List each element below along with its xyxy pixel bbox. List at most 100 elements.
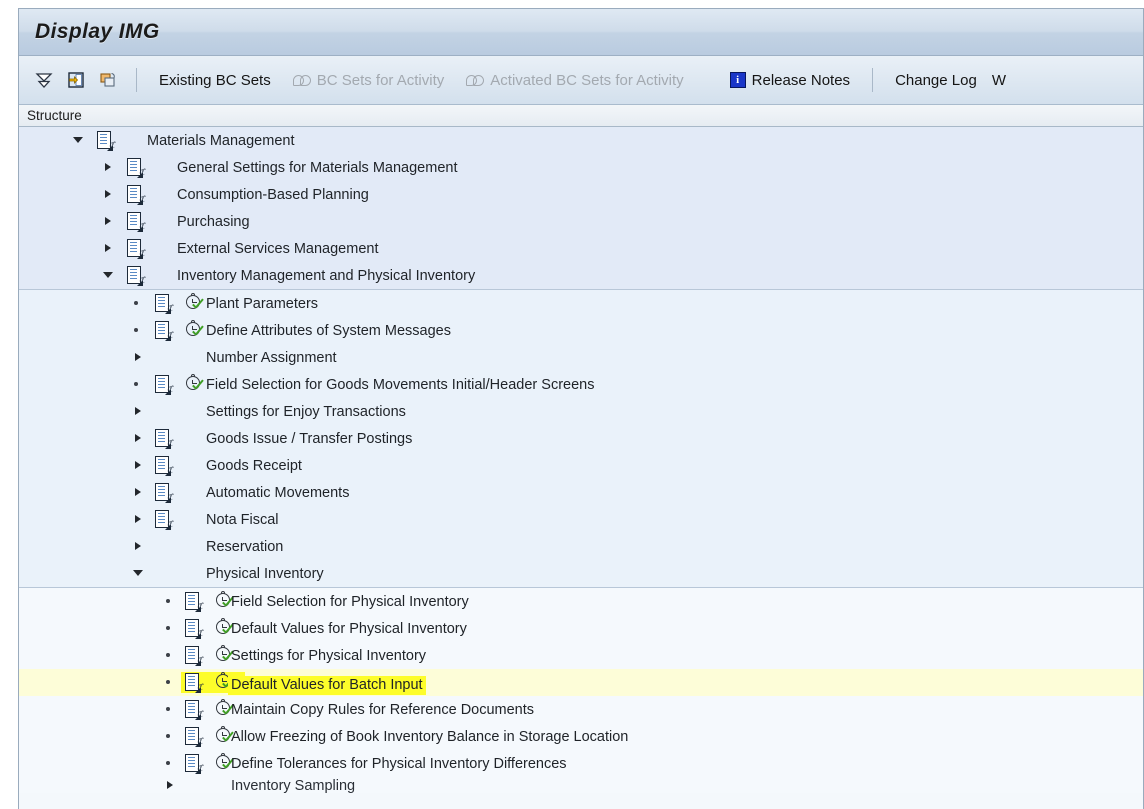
tree-item-label[interactable]: Field Selection for Goods Movements Init… (206, 378, 594, 393)
tree-row[interactable]: ℭ Consumption-Based Planning (19, 181, 1143, 208)
tree-item-label[interactable]: Default Values for Batch Input (228, 676, 426, 695)
tree-item-label[interactable]: Physical Inventory (206, 567, 324, 582)
tree-row[interactable]: ℭ Inventory Management and Physical Inven… (19, 262, 1143, 289)
img-document-icon[interactable]: ℭ (185, 754, 202, 773)
existing-bc-sets-button[interactable]: Existing BC Sets (148, 65, 282, 95)
activated-bc-sets-for-activity-button[interactable]: Activated BC Sets for Activity (455, 65, 694, 95)
tree-expand-arrow-icon[interactable] (131, 485, 145, 499)
tree-row[interactable]: ℭ Goods Receipt (19, 452, 1143, 479)
bc-sets-for-activity-button[interactable]: BC Sets for Activity (282, 65, 456, 95)
tree-expand-arrow-icon[interactable] (131, 539, 145, 553)
img-document-icon[interactable]: ℭ (155, 456, 172, 475)
tree-row[interactable]: Inventory Sampling (19, 777, 1143, 793)
tree-item-label[interactable]: Field Selection for Physical Inventory (231, 595, 469, 610)
img-document-icon[interactable]: ℭ (127, 158, 144, 177)
tree-item-label[interactable]: Purchasing (177, 215, 250, 230)
tree-row[interactable]: Settings for Enjoy Transactions (19, 398, 1143, 425)
img-document-icon[interactable]: ℭ (185, 646, 202, 665)
tree-item-label[interactable]: General Settings for Materials Managemen… (177, 161, 457, 176)
tree-item-label[interactable]: Goods Issue / Transfer Postings (206, 432, 412, 447)
tree-row[interactable]: ℭ Settings for Physical Inventory (19, 642, 1143, 669)
tree-item-label[interactable]: Consumption-Based Planning (177, 188, 369, 203)
tree-expand-arrow-icon[interactable] (131, 458, 145, 472)
tree-item-label[interactable]: Goods Receipt (206, 459, 302, 474)
tree-item-label[interactable]: Inventory Management and Physical Invent… (177, 269, 475, 284)
activity-clock-check-icon[interactable] (186, 376, 205, 395)
img-document-icon[interactable]: ℭ (155, 510, 172, 529)
tree-item-label[interactable]: Define Tolerances for Physical Inventory… (231, 757, 567, 772)
tree-item-label[interactable]: Allow Freezing of Book Inventory Balance… (231, 730, 628, 745)
tree-collapse-arrow-icon[interactable] (71, 133, 85, 147)
tree-expand-arrow-icon[interactable] (101, 160, 115, 174)
tree-row[interactable]: ℭ Materials Management (19, 127, 1143, 154)
tree-row[interactable]: ℭ Automatic Movements (19, 479, 1143, 506)
tree-expand-arrow-icon[interactable] (101, 241, 115, 255)
tree-item-label[interactable]: Nota Fiscal (206, 513, 279, 528)
img-document-icon[interactable]: ℭ (127, 185, 144, 204)
img-document-icon[interactable]: ℭ (155, 321, 172, 340)
release-notes-button[interactable]: i Release Notes (719, 65, 861, 95)
tree-item-label[interactable]: Maintain Copy Rules for Reference Docume… (231, 703, 534, 718)
tree-item-label[interactable]: Settings for Physical Inventory (231, 649, 426, 664)
tree-row[interactable]: ℭ Plant Parameters (19, 290, 1143, 317)
overflow-button[interactable]: W (988, 65, 1010, 95)
tree-collapse-arrow-icon[interactable] (101, 268, 115, 282)
tree-band: ℭMaterials ManagementℭGeneral Settings f… (19, 127, 1143, 290)
tree-item-label[interactable]: Plant Parameters (206, 297, 318, 312)
tree-item-label[interactable]: External Services Management (177, 242, 379, 257)
tree-item-label[interactable]: Inventory Sampling (231, 779, 355, 794)
img-document-icon[interactable]: ℭ (155, 483, 172, 502)
display-img-window: Display IMG (18, 8, 1144, 809)
img-document-icon[interactable]: ℭ (97, 131, 114, 150)
tree-row[interactable]: ℭ Field Selection for Physical Inventory (19, 588, 1143, 615)
tree-row[interactable]: ℭ General Settings for Materials Manageme… (19, 154, 1143, 181)
tree-row[interactable]: Reservation (19, 533, 1143, 560)
tree-expand-arrow-icon[interactable] (131, 512, 145, 526)
activity-clock-check-icon[interactable] (186, 295, 205, 314)
img-document-icon[interactable]: ℭ (155, 375, 172, 394)
tree-row[interactable]: ℭ Goods Issue / Transfer Postings (19, 425, 1143, 452)
tree-row[interactable]: ℭ Default Values for Batch Input (19, 669, 1143, 696)
tree-row[interactable]: ℭ Nota Fiscal (19, 506, 1143, 533)
tree-expand-arrow-icon[interactable] (131, 404, 145, 418)
tree-item-label[interactable]: Default Values for Physical Inventory (231, 622, 467, 637)
img-document-icon[interactable]: ℭ (155, 294, 172, 313)
change-log-label: Change Log (895, 73, 977, 88)
tree-row[interactable]: ℭ Define Attributes of System Messages (19, 317, 1143, 344)
tree-item-label[interactable]: Materials Management (147, 134, 295, 149)
tree-row[interactable]: ℭ Purchasing (19, 208, 1143, 235)
img-document-icon[interactable]: ℭ (185, 673, 202, 692)
img-document-icon[interactable]: ℭ (185, 592, 202, 611)
img-document-icon[interactable]: ℭ (127, 239, 144, 258)
copy-object-icon[interactable] (93, 65, 123, 95)
tree-item-label[interactable]: Reservation (206, 540, 283, 555)
tree-collapse-arrow-icon[interactable] (131, 566, 145, 580)
tree-expand-arrow-icon[interactable] (131, 350, 145, 364)
tree-row[interactable]: Number Assignment (19, 344, 1143, 371)
tree-item-label[interactable]: Automatic Movements (206, 486, 349, 501)
tree-row[interactable]: ℭ Field Selection for Goods Movements Ini… (19, 371, 1143, 398)
tree-expand-arrow-icon[interactable] (163, 778, 177, 792)
img-document-icon[interactable]: ℭ (155, 429, 172, 448)
activity-clock-check-icon[interactable] (186, 322, 205, 341)
tree-row[interactable]: Physical Inventory (19, 560, 1143, 587)
tree-row[interactable]: ℭ External Services Management (19, 235, 1143, 262)
tree-expand-arrow-icon[interactable] (101, 187, 115, 201)
change-log-button[interactable]: Change Log (884, 65, 988, 95)
tree-item-label[interactable]: Define Attributes of System Messages (206, 324, 451, 339)
tree-row[interactable]: ℭ Maintain Copy Rules for Reference Docum… (19, 696, 1143, 723)
tree-expand-arrow-icon[interactable] (131, 431, 145, 445)
img-document-icon[interactable]: ℭ (185, 619, 202, 638)
tree-expand-arrow-icon[interactable] (101, 214, 115, 228)
img-document-icon[interactable]: ℭ (185, 727, 202, 746)
display-documentation-icon[interactable] (61, 65, 91, 95)
tree-item-label[interactable]: Number Assignment (206, 351, 337, 366)
tree-row[interactable]: ℭ Allow Freezing of Book Inventory Balanc… (19, 723, 1143, 750)
img-document-icon[interactable]: ℭ (185, 700, 202, 719)
tree-row[interactable]: ℭ Define Tolerances for Physical Inventor… (19, 750, 1143, 777)
tree-item-label[interactable]: Settings for Enjoy Transactions (206, 405, 406, 420)
expand-subtree-icon[interactable] (29, 65, 59, 95)
img-document-icon[interactable]: ℭ (127, 212, 144, 231)
tree-row[interactable]: ℭ Default Values for Physical Inventory (19, 615, 1143, 642)
img-document-icon[interactable]: ℭ (127, 266, 144, 285)
